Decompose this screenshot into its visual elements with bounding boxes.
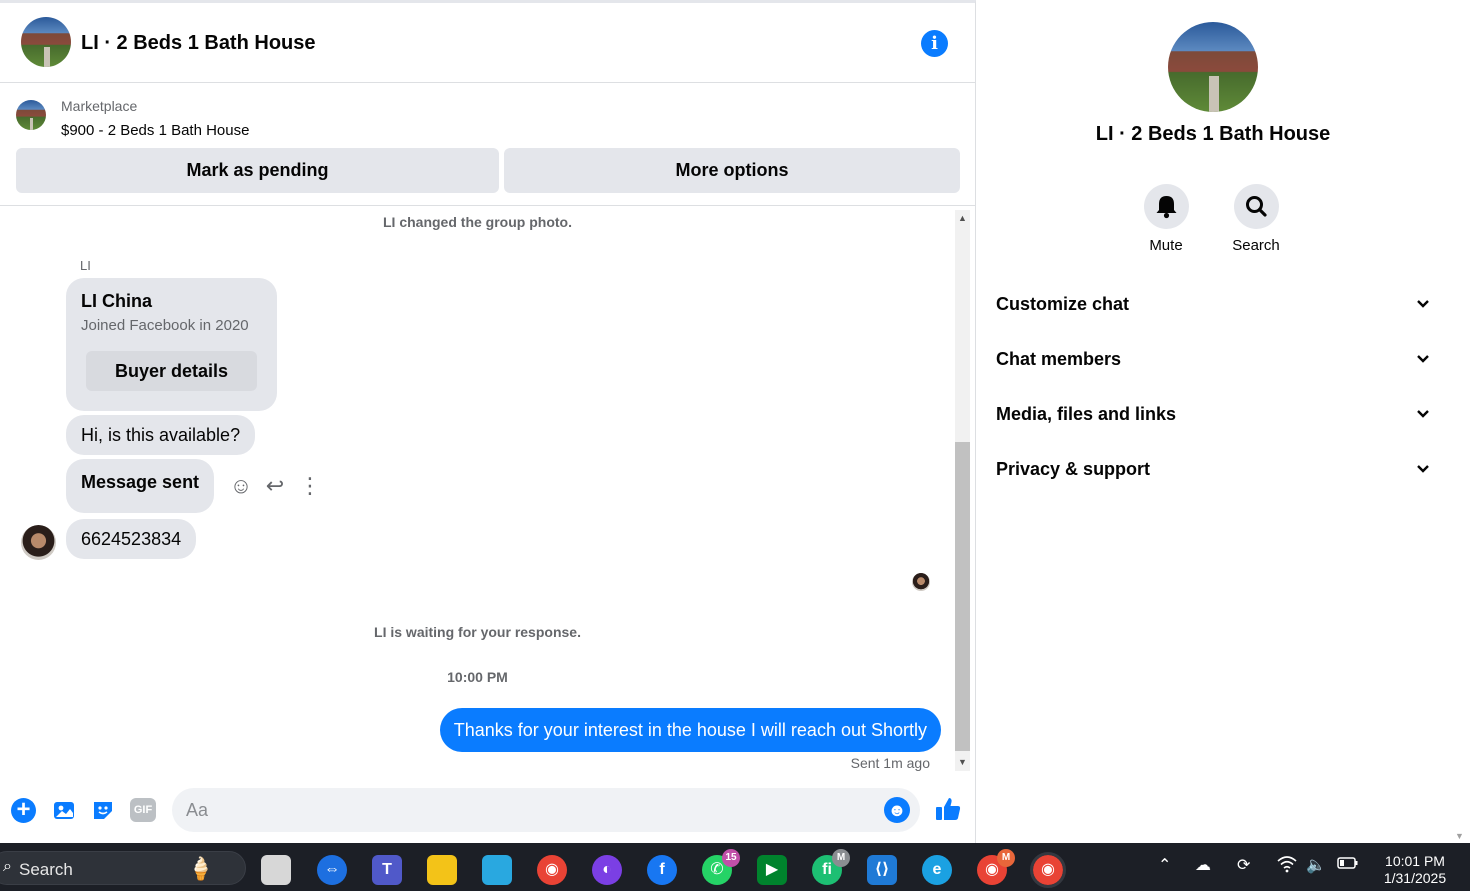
- chrome-active-icon[interactable]: ◉: [1030, 852, 1066, 888]
- taskbar-search-label: Search: [19, 860, 73, 879]
- section-label: Privacy & support: [996, 459, 1151, 479]
- chevron-up-icon[interactable]: ⌃: [1158, 855, 1171, 875]
- side-title: LI · 2 Beds 1 Bath House: [1095, 123, 1331, 145]
- marketplace-label: Marketplace: [61, 98, 138, 114]
- message-scrollbar[interactable]: ▲ ▼: [955, 210, 970, 771]
- info-icon[interactable]: i: [921, 30, 948, 57]
- group-avatar[interactable]: [21, 17, 71, 67]
- group-avatar-large[interactable]: [1168, 22, 1258, 112]
- more-icon[interactable]: ⋮: [297, 473, 323, 499]
- sender-name: LI: [80, 258, 91, 273]
- section-privacy-support[interactable]: Privacy & support: [996, 449, 1431, 489]
- chrome-badge: M: [997, 849, 1015, 867]
- windows-taskbar: ⌕ Search 🍦 ⇔ T ◉ ◐ f ✆ 15 ▶ fi M ⟨⟩ e ◉ …: [0, 843, 1470, 891]
- timestamp: 10:00 PM: [447, 669, 508, 685]
- teams-icon[interactable]: T: [372, 855, 402, 885]
- sent-status: Sent 1m ago: [850, 755, 930, 771]
- buyer-card: LI China Joined Facebook in 2020 Buyer d…: [66, 278, 277, 411]
- facebook-icon[interactable]: f: [647, 855, 677, 885]
- system-message: LI changed the group photo.: [383, 214, 572, 230]
- section-label: Chat members: [996, 349, 1122, 369]
- section-label: Media, files and links: [996, 404, 1177, 424]
- message-bubble[interactable]: Hi, is this available?: [66, 415, 256, 455]
- whatsapp-icon[interactable]: ✆ 15: [702, 849, 740, 885]
- sync-icon[interactable]: ⟳: [1237, 855, 1250, 875]
- volume-icon[interactable]: 🔈: [1306, 855, 1326, 875]
- scroll-down-arrow[interactable]: ▼: [955, 755, 970, 769]
- chevron-down-icon: [1415, 284, 1431, 340]
- clock-date: 1/31/2025: [1383, 870, 1447, 886]
- wifi-icon[interactable]: [1277, 855, 1297, 878]
- tor-browser-icon[interactable]: ◐: [592, 855, 622, 885]
- buyer-joined: Joined Facebook in 2020: [81, 317, 249, 334]
- chevron-down-icon: [1415, 449, 1431, 505]
- teamviewer-icon[interactable]: ⇔: [317, 855, 347, 885]
- edge-icon[interactable]: e: [922, 855, 952, 885]
- task-view-icon[interactable]: [261, 855, 291, 885]
- clock-time: 10:01 PM: [1385, 853, 1445, 869]
- photo-icon[interactable]: [51, 797, 77, 823]
- section-label: Customize chat: [996, 294, 1130, 314]
- listing-title[interactable]: $900 - 2 Beds 1 Bath House: [61, 122, 249, 139]
- react-icon[interactable]: ☺: [228, 473, 254, 499]
- message-input-box[interactable]: ☻: [172, 788, 920, 832]
- fiverr-badge: M: [832, 849, 850, 867]
- onedrive-icon[interactable]: ☁: [1195, 855, 1211, 875]
- search-action[interactable]: Search: [1216, 184, 1296, 254]
- message-bubble[interactable]: Message sent: [66, 459, 215, 513]
- section-chat-members[interactable]: Chat members: [996, 339, 1431, 379]
- waiting-notice: LI is waiting for your response.: [374, 624, 581, 640]
- sticker-icon[interactable]: [90, 797, 116, 823]
- desktop-icon[interactable]: [482, 855, 512, 885]
- chevron-down-icon: [1415, 339, 1431, 395]
- chrome-icon[interactable]: ◉: [537, 855, 567, 885]
- battery-icon[interactable]: [1337, 855, 1359, 876]
- page-scroll-down-arrow[interactable]: ▼: [1455, 831, 1464, 841]
- buyer-name[interactable]: LI China: [81, 291, 152, 312]
- message-input[interactable]: [186, 797, 876, 823]
- thumbs-up-icon[interactable]: [934, 795, 961, 821]
- search-label: Search: [1232, 237, 1280, 254]
- outgoing-message-bubble[interactable]: Thanks for your interest in the house I …: [439, 708, 941, 752]
- chat-info-panel: LI · 2 Beds 1 Bath House Mute Search Cus…: [976, 3, 1450, 843]
- marketplace-banner: Marketplace $900 - 2 Beds 1 Bath House M…: [0, 84, 975, 206]
- avatar[interactable]: [21, 525, 56, 560]
- buyer-details-button[interactable]: Buyer details: [86, 351, 257, 391]
- plus-icon[interactable]: +: [11, 798, 36, 823]
- mute-label: Mute: [1149, 237, 1183, 254]
- chat-panel: LI · 2 Beds 1 Bath House i Marketplace $…: [0, 0, 976, 843]
- app-root: LI · 2 Beds 1 Bath House i Marketplace $…: [0, 0, 1470, 891]
- search-icon[interactable]: [1233, 184, 1279, 229]
- vscode-icon[interactable]: ⟨⟩: [867, 855, 897, 885]
- message-bubble[interactable]: 6624523834: [66, 519, 197, 559]
- composer: + GIF ☻: [0, 783, 975, 841]
- gif-icon[interactable]: GIF: [130, 798, 156, 822]
- google-meet-icon[interactable]: ▶: [757, 855, 787, 885]
- mark-as-pending-button[interactable]: Mark as pending: [16, 148, 499, 193]
- section-customize-chat[interactable]: Customize chat: [996, 284, 1431, 324]
- fiverr-icon[interactable]: fi M: [812, 849, 850, 885]
- section-media-files-links[interactable]: Media, files and links: [996, 394, 1431, 434]
- seen-indicator-avatar: [912, 573, 930, 591]
- scroll-up-arrow[interactable]: ▲: [955, 211, 970, 225]
- chrome-profile-icon[interactable]: ◉ M: [977, 849, 1015, 885]
- whatsapp-badge: 15: [722, 849, 740, 867]
- listing-thumbnail[interactable]: [16, 100, 46, 130]
- message-list: LI changed the group photo. LI LI China …: [0, 206, 955, 773]
- chevron-down-icon: [1415, 394, 1431, 450]
- file-explorer-icon[interactable]: [427, 855, 457, 885]
- bell-icon[interactable]: [1143, 184, 1189, 229]
- scroll-thumb[interactable]: [955, 442, 970, 751]
- reply-icon[interactable]: ↩: [262, 473, 288, 499]
- search-highlight-icon: 🍦: [187, 856, 215, 881]
- chat-header: LI · 2 Beds 1 Bath House i: [0, 3, 975, 83]
- page-scrollbar[interactable]: ▼: [1450, 0, 1470, 843]
- mute-action[interactable]: Mute: [1126, 184, 1206, 254]
- system-clock[interactable]: 10:01 PM 1/31/2025: [1372, 853, 1458, 887]
- chat-title[interactable]: LI · 2 Beds 1 Bath House: [81, 32, 316, 55]
- emoji-icon[interactable]: ☻: [884, 797, 910, 823]
- more-options-button[interactable]: More options: [504, 148, 960, 193]
- taskbar-search[interactable]: ⌕ Search 🍦: [0, 851, 246, 885]
- search-icon: ⌕: [3, 858, 12, 875]
